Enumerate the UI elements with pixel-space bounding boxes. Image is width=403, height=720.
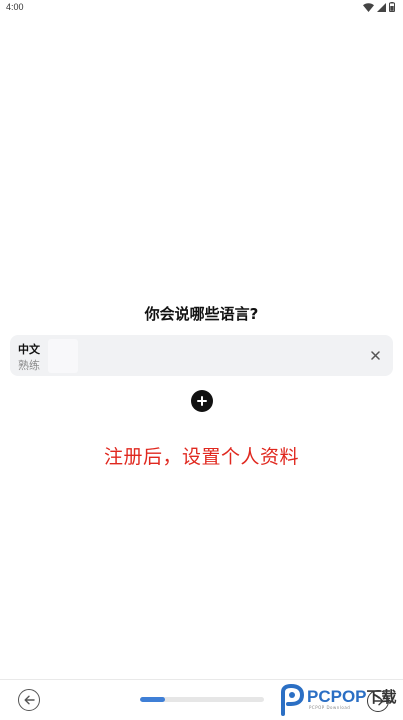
bottom-bar: PCPOP下载 PCPOP Download — [0, 679, 403, 720]
signal-icon — [377, 2, 386, 12]
progress-fill — [140, 697, 165, 702]
battery-icon — [389, 2, 395, 12]
blurred-region — [48, 339, 78, 373]
back-button[interactable] — [18, 689, 40, 711]
watermark-subtitle: PCPOP Download — [309, 705, 351, 710]
close-icon — [370, 350, 380, 360]
progress-bar — [140, 697, 264, 702]
plus-icon — [197, 396, 207, 406]
arrow-right-icon — [372, 696, 383, 706]
status-time: 4:00 — [6, 2, 24, 12]
add-language-button[interactable] — [191, 390, 213, 412]
language-level: 熟练 — [18, 359, 40, 372]
wifi-icon — [363, 2, 374, 12]
status-bar: 4:00 — [0, 0, 403, 16]
annotation-text: 注册后，设置个人资料 — [103, 446, 299, 468]
language-name: 中文 — [18, 343, 40, 356]
arrow-left-icon — [24, 695, 35, 705]
watermark: PCPOP下载 PCPOP Download — [279, 682, 401, 718]
page-title: 你会说哪些语言? — [144, 305, 259, 323]
status-icons — [363, 2, 395, 12]
pcpop-logo-icon — [281, 684, 305, 716]
next-button[interactable] — [367, 690, 389, 712]
language-card[interactable]: 中文 熟练 — [10, 335, 393, 376]
watermark-brand-text: PCPOP — [307, 687, 367, 706]
remove-language-button[interactable] — [367, 347, 383, 363]
